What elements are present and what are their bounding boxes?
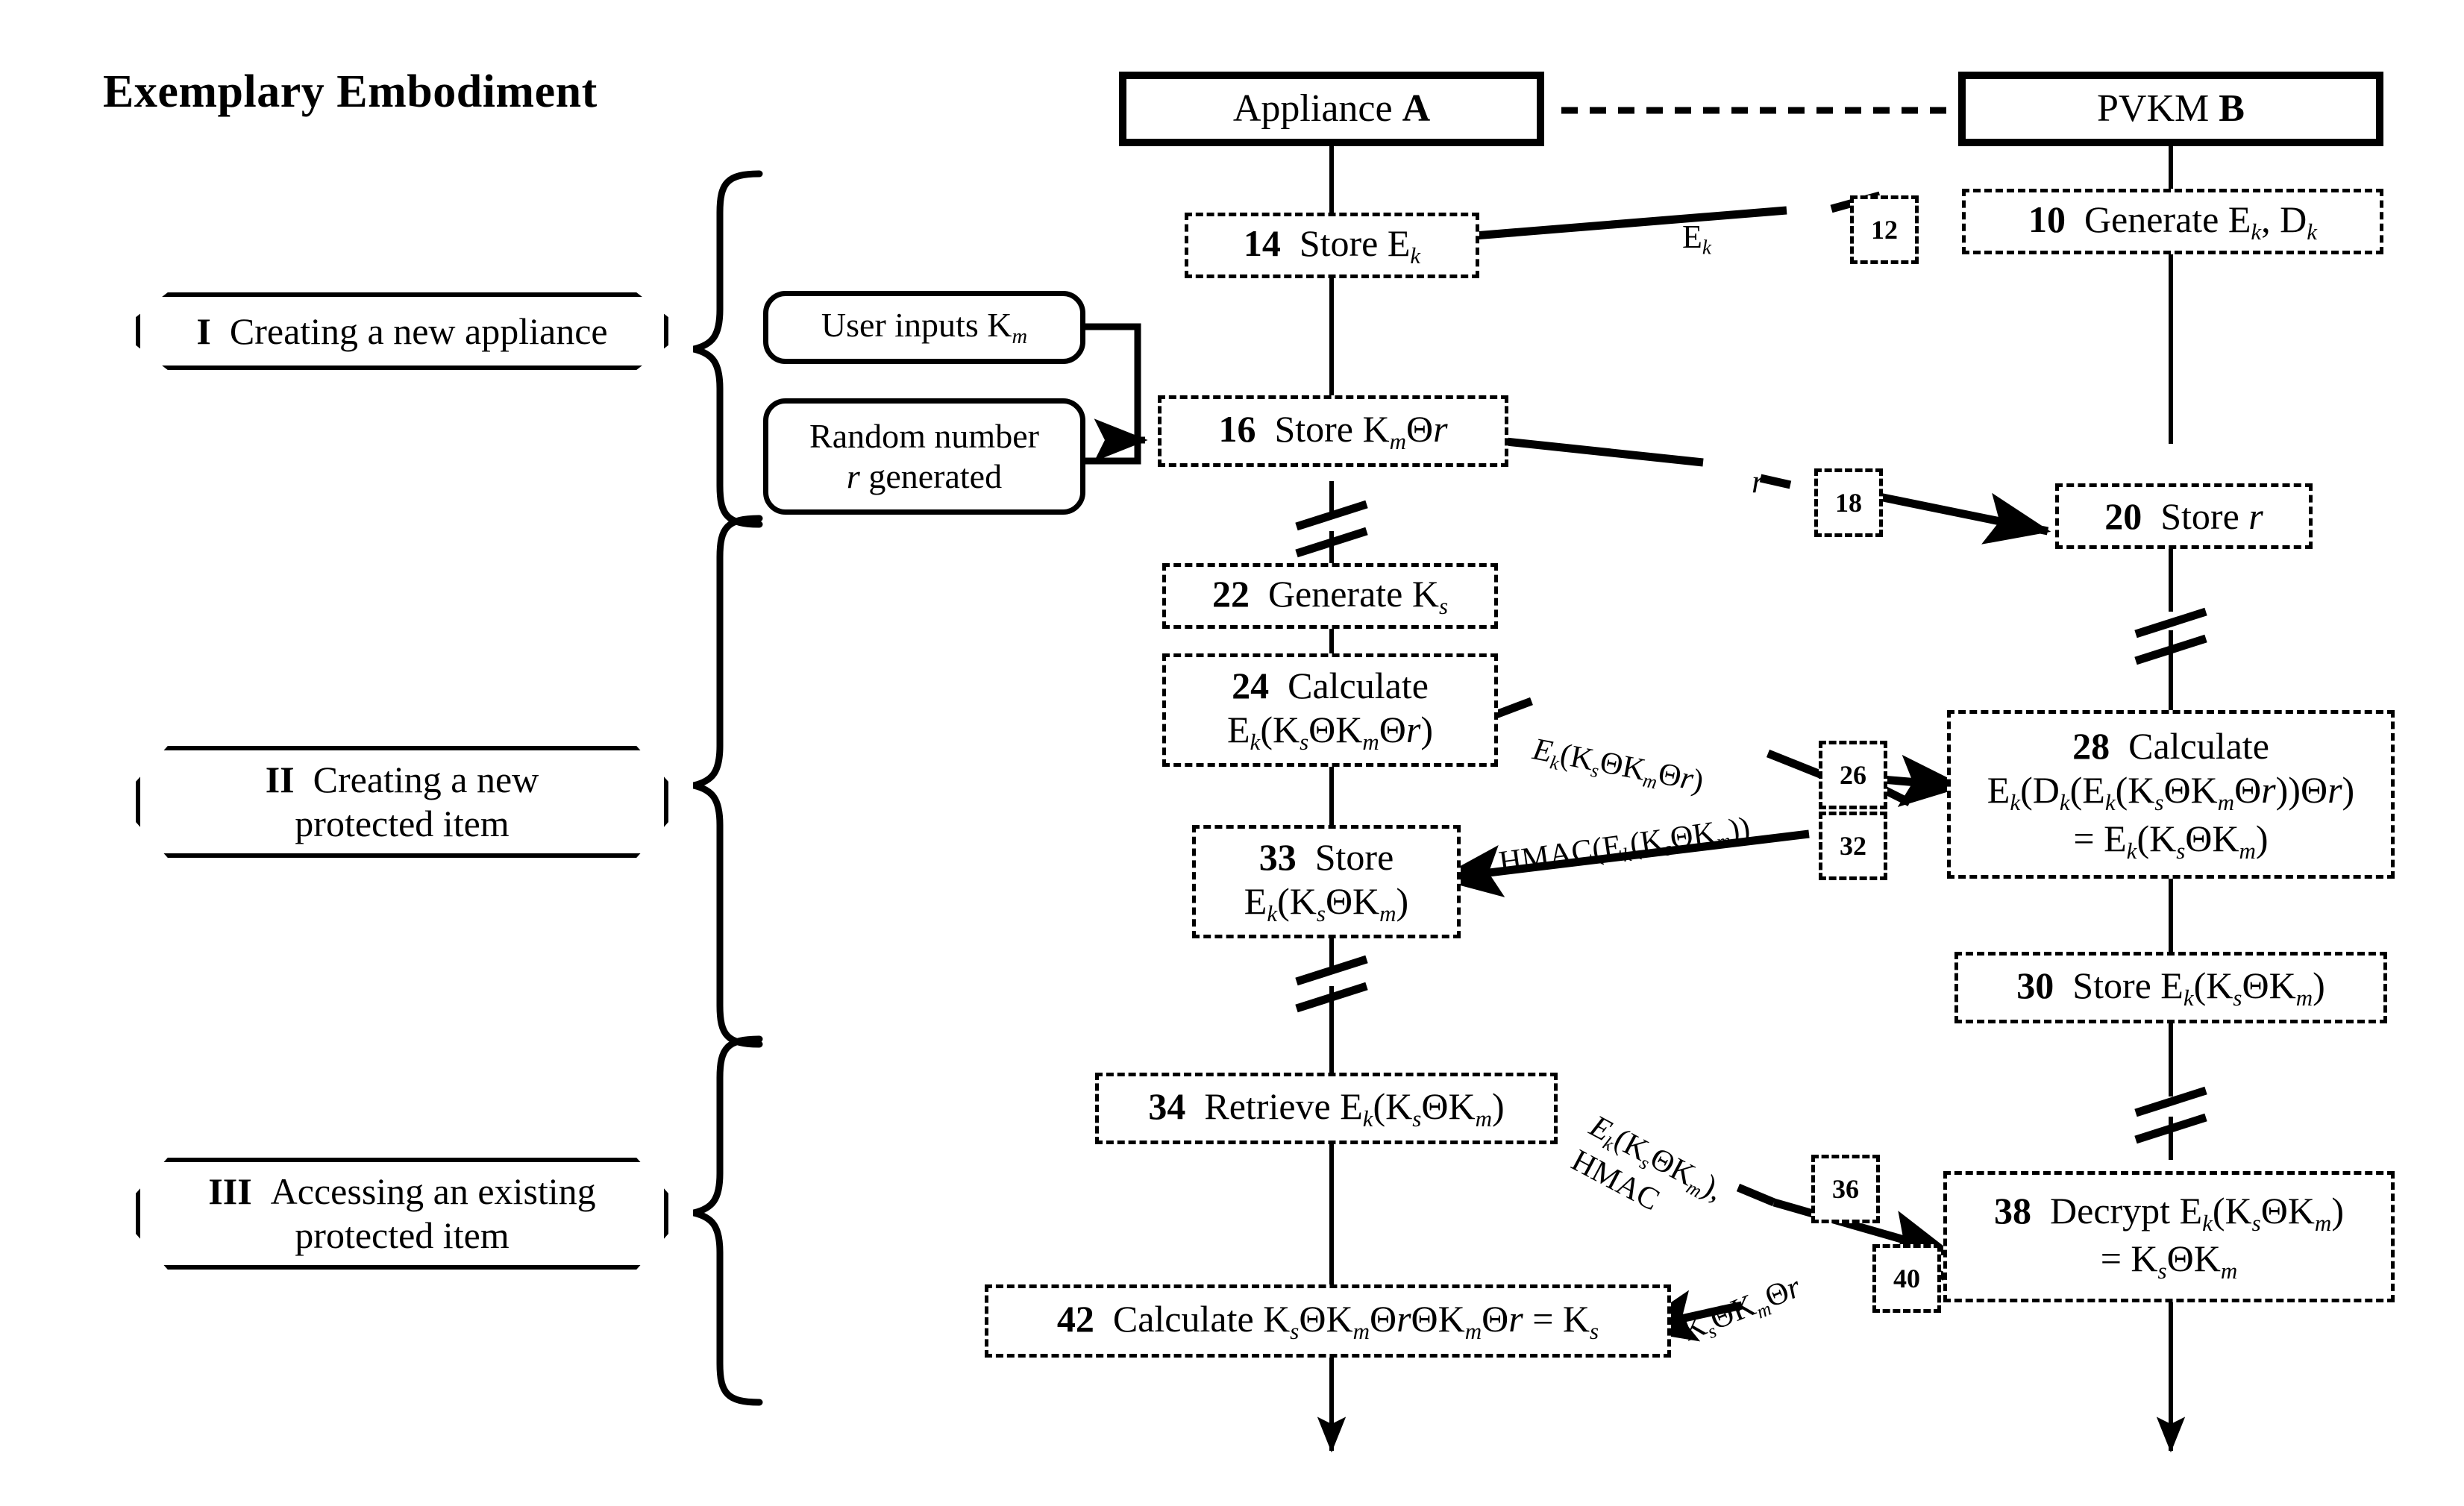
message-tag-36[interactable]: 36 [1811,1155,1880,1223]
message-label-40: KsΘKmΘr [1677,1270,1806,1349]
input-box-random-number[interactable]: Random number r generated [763,398,1085,515]
step-box-30[interactable]: 30 Store Ek(KsΘKm) [1954,952,2387,1023]
break-mark-pvkm-2 [2134,1086,2207,1144]
phase-label-1[interactable]: I Creating a new appliance [136,292,668,370]
break-mark-pvkm-1 [2134,607,2207,665]
step-20-text: 20 Store r [2104,495,2263,537]
step-box-24[interactable]: 24 Calculate Ek(KsΘKmΘr) [1162,653,1498,767]
input-box-user-key[interactable]: User inputs Km [763,291,1085,364]
step-24-text: 24 Calculate Ek(KsΘKmΘr) [1227,665,1433,756]
message-tag-32[interactable]: 32 [1819,812,1887,880]
entity-box-appliance[interactable]: Appliance A [1119,72,1544,146]
message-tag-12[interactable]: 12 [1850,195,1919,264]
step-box-10[interactable]: 10 Generate Ek, Dk [1962,189,2383,254]
break-mark-appliance-2 [1295,955,1368,1013]
phase-text-2-line1: Creating a new [313,759,539,800]
message-label-12: Ek [1682,219,1711,259]
phase-label-3[interactable]: III Accessing an existing protected item [136,1158,668,1270]
step-33-text: 33 Store Ek(KsΘKm) [1244,836,1409,927]
message-label-18: r [1752,463,1765,500]
page-title: Exemplary Embodiment [103,66,598,117]
phase-label-2[interactable]: II Creating a new protected item [136,746,668,858]
step-14-text: 14 Store Ek [1243,222,1421,269]
step-38-text: 38 Decrypt Ek(KsΘKm) = KsΘKm [1994,1189,2344,1284]
entity-label-pvkm: PVKM B [2097,87,2245,131]
phase-text-3-line1: Accessing an existing [270,1170,596,1212]
brace-phase-1 [692,170,763,528]
break-mark-appliance-1 [1295,500,1368,558]
input-box-random-number-label: Random number r generated [809,416,1039,495]
brace-phase-2 [692,515,763,1048]
step-34-text: 34 Retrieve Ek(KsΘKm) [1148,1085,1505,1132]
entity-box-pvkm[interactable]: PVKM B [1958,72,2383,146]
step-box-20[interactable]: 20 Store r [2055,483,2313,549]
message-tag-26[interactable]: 26 [1819,741,1887,809]
phase-numeral-2: II [265,759,295,800]
step-30-text: 30 Store Ek(KsΘKm) [2016,964,2325,1011]
diagram-canvas: Exemplary Embodiment Appliance A PVKM B … [0,0,2464,1506]
message-label-26: Ek(KsΘKmΘr) [1530,732,1707,799]
step-box-22[interactable]: 22 Generate Ks [1162,563,1498,629]
step-22-text: 22 Generate Ks [1211,572,1449,619]
phase-numeral-3: III [208,1170,252,1212]
step-42-text: 42 Calculate KsΘKmΘrΘKmΘr = Ks [1056,1297,1599,1344]
step-box-33[interactable]: 33 Store Ek(KsΘKm) [1192,825,1461,938]
phase-numeral-1: I [196,310,211,352]
message-tag-40[interactable]: 40 [1872,1244,1941,1313]
message-tag-18[interactable]: 18 [1814,468,1883,537]
step-28-text: 28 Calculate Ek(Dk(Ek(KsΘKmΘr))Θr) = Ek(… [1987,725,2355,864]
step-16-text: 16 Store KmΘr [1218,407,1448,454]
phase-text-1: Creating a new appliance [229,310,608,352]
step-box-38[interactable]: 38 Decrypt Ek(KsΘKm) = KsΘKm [1943,1171,2395,1302]
message-label-32: HMAC(Ek(KsΘKm)) [1496,811,1752,880]
step-box-42[interactable]: 42 Calculate KsΘKmΘrΘKmΘr = Ks [985,1284,1671,1358]
brace-phase-3 [692,1035,763,1406]
message-label-36: Ek(KsΘKm), HMAC [1565,1108,1729,1218]
phase-text-2-line2: protected item [295,803,510,844]
step-box-28[interactable]: 28 Calculate Ek(Dk(Ek(KsΘKmΘr))Θr) = Ek(… [1947,710,2395,879]
input-box-user-key-label: User inputs Km [821,306,1028,349]
step-box-34[interactable]: 34 Retrieve Ek(KsΘKm) [1095,1073,1558,1144]
step-box-14[interactable]: 14 Store Ek [1185,213,1479,278]
step-10-text: 10 Generate Ek, Dk [2028,198,2318,245]
step-box-16[interactable]: 16 Store KmΘr [1158,395,1508,467]
entity-label-appliance: Appliance A [1232,87,1431,131]
phase-text-3-line2: protected item [295,1214,510,1256]
